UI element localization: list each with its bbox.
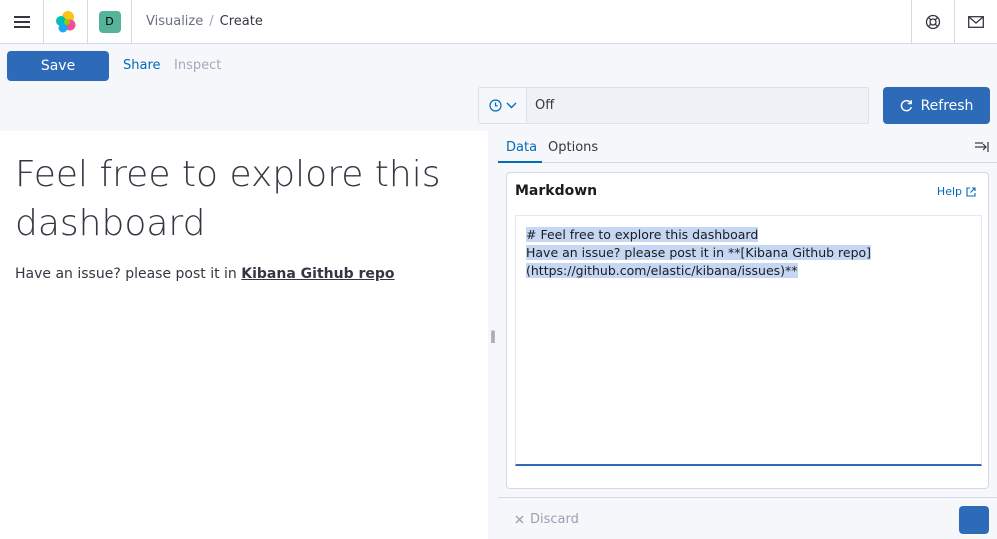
apply-changes-button[interactable] xyxy=(959,506,989,534)
elastic-logo-link[interactable] xyxy=(44,0,88,44)
drag-handle-icon: ‖ xyxy=(490,329,496,343)
preview-paragraph-text: Have an issue? please post it in xyxy=(15,266,242,282)
breadcrumb-create: Create xyxy=(219,14,263,29)
help-lifebuoy-icon xyxy=(925,14,941,30)
cross-icon xyxy=(515,515,524,524)
markdown-line: (https://github.com/elastic/kibana/issue… xyxy=(526,263,798,278)
markdown-line: # Feel free to explore this dashboard xyxy=(526,227,759,242)
share-link[interactable]: Share xyxy=(123,58,161,73)
refresh-interval-picker: Off xyxy=(478,87,869,124)
breadcrumb-separator: / xyxy=(209,14,214,29)
top-header: D Visualize / Create xyxy=(0,0,997,44)
editor-sidebar: Data Options Markdown Help # Feel free t… xyxy=(498,131,997,539)
clock-icon xyxy=(488,99,502,112)
breadcrumb-visualize[interactable]: Visualize xyxy=(146,14,203,29)
space-avatar: D xyxy=(98,10,121,33)
kibana-github-link[interactable]: Kibana Github repo xyxy=(241,266,394,282)
space-selector[interactable]: D xyxy=(88,0,132,44)
preview-paragraph: Have an issue? please post it in Kibana … xyxy=(15,266,395,282)
markdown-panel-title: Markdown xyxy=(515,183,598,199)
elastic-logo-icon xyxy=(55,10,75,32)
discard-label: Discard xyxy=(530,512,579,527)
markdown-panel: Markdown Help # Feel free to explore thi… xyxy=(506,172,989,489)
panel-resizer[interactable]: ‖ xyxy=(488,131,498,539)
hamburger-menu-icon xyxy=(13,15,30,28)
collapse-sidebar-icon[interactable] xyxy=(974,140,989,152)
help-menu-button[interactable] xyxy=(911,0,954,44)
external-link-icon xyxy=(966,186,976,197)
markdown-textarea[interactable]: # Feel free to explore this dashboard Ha… xyxy=(515,215,982,466)
active-tab-indicator xyxy=(498,161,542,163)
editor-tabs: Data Options xyxy=(498,131,997,163)
markdown-line: Have an issue? please post it in **[Kiba… xyxy=(526,245,872,260)
help-link-label: Help xyxy=(936,185,962,198)
quick-menu-button[interactable] xyxy=(479,88,527,123)
refresh-button[interactable]: Refresh xyxy=(883,87,990,124)
tab-options[interactable]: Options xyxy=(548,140,598,155)
editor-bottom-bar: Discard xyxy=(498,497,997,539)
header-actions xyxy=(911,0,997,44)
breadcrumb: Visualize / Create xyxy=(146,14,263,29)
refresh-button-label: Refresh xyxy=(920,97,974,114)
refresh-interval-value[interactable]: Off xyxy=(527,88,554,123)
preview-heading: Feel free to explore this dashboard xyxy=(15,154,441,244)
mail-icon xyxy=(968,16,984,28)
refresh-icon xyxy=(900,100,912,112)
menu-button[interactable] xyxy=(0,0,44,44)
visualization-preview: Feel free to explore this dashboard Have… xyxy=(0,131,488,539)
save-button[interactable]: Save xyxy=(7,51,109,81)
chevron-down-icon xyxy=(506,102,516,109)
newsfeed-button[interactable] xyxy=(954,0,997,44)
discard-button[interactable]: Discard xyxy=(515,512,579,527)
tab-data[interactable]: Data xyxy=(506,140,537,155)
top-nav-menu: Save Share Inspect Off Refresh xyxy=(0,44,997,131)
inspect-link[interactable]: Inspect xyxy=(174,58,221,73)
markdown-help-link[interactable]: Help xyxy=(937,185,976,198)
